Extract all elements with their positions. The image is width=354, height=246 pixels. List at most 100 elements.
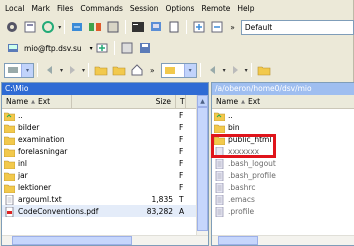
transfer-icon[interactable]: [70, 20, 84, 34]
horizontal-scrollbar[interactable]: [212, 235, 354, 245]
compare-icon[interactable]: [88, 20, 102, 34]
back-icon[interactable]: [206, 63, 220, 77]
menu-options[interactable]: Options: [166, 4, 195, 13]
save-session-icon[interactable]: [138, 41, 152, 55]
list-item[interactable]: lektioner F: [2, 181, 208, 193]
column-name[interactable]: Name ▲ Ext: [212, 95, 354, 109]
list-item[interactable]: CodeConventions.pdf 83,282 A: [2, 205, 208, 217]
chevron-down-icon[interactable]: ▾: [58, 24, 61, 31]
toolbar-divider: [64, 20, 66, 34]
toolbar-overflow[interactable]: »: [150, 66, 155, 75]
forward-icon[interactable]: [65, 63, 79, 77]
list-item[interactable]: argouml.txt 1,835 T: [2, 193, 208, 205]
list-item[interactable]: forelasningar F: [2, 145, 208, 157]
list-item[interactable]: .bashrc: [212, 181, 354, 193]
column-type[interactable]: T: [176, 94, 186, 109]
item-name: .profile: [228, 206, 255, 216]
list-item[interactable]: bilder F: [2, 121, 208, 133]
list-item[interactable]: .profile: [212, 205, 354, 217]
item-name: .bash_logout: [228, 158, 276, 168]
scroll-thumb[interactable]: [218, 236, 258, 245]
menu-remote[interactable]: Remote: [201, 4, 230, 13]
item-name: lektioner: [18, 182, 52, 192]
home-icon[interactable]: [130, 63, 144, 77]
chevron-down-icon[interactable]: ▾: [183, 63, 196, 77]
menu-mark[interactable]: Mark: [31, 4, 50, 13]
parent-directory-icon[interactable]: [94, 63, 108, 77]
forward-icon[interactable]: [228, 63, 242, 77]
item-name: argouml.txt: [18, 194, 62, 204]
vertical-scrollbar[interactable]: ▲: [196, 95, 208, 235]
menu-local[interactable]: Local: [5, 4, 24, 13]
putty-icon[interactable]: [149, 20, 163, 34]
item-type: F: [179, 158, 184, 168]
back-icon[interactable]: [43, 63, 57, 77]
folder-icon: [4, 135, 15, 145]
list-item[interactable]: ..: [212, 109, 354, 121]
list-item[interactable]: .bash_profile: [212, 169, 354, 181]
menu-bar: Local Mark Files Commands Session Option…: [0, 0, 354, 16]
queue-icon[interactable]: [23, 20, 37, 34]
list-item[interactable]: examination F: [2, 133, 208, 145]
chevron-down-icon[interactable]: ▾: [245, 67, 248, 74]
toolbar-overflow[interactable]: »: [230, 23, 235, 32]
local-panel[interactable]: C:\Mio Name ▲ Ext Size T .. F bilder F e…: [1, 82, 209, 246]
console-icon[interactable]: [131, 20, 145, 34]
scroll-up-icon[interactable]: ▲: [197, 95, 208, 107]
session-toolbar: mio@ftp.dsv.su ▾: [0, 38, 354, 58]
column-size[interactable]: Size: [72, 94, 176, 109]
chevron-down-icon[interactable]: ▾: [82, 67, 85, 74]
folder-icon: [214, 123, 225, 133]
find-icon[interactable]: [106, 20, 120, 34]
local-drive-select[interactable]: ▾: [4, 62, 34, 78]
chevron-down-icon[interactable]: ▾: [60, 67, 63, 74]
toolbar-divider: [113, 41, 115, 55]
item-type: F: [179, 170, 184, 180]
item-name: .bash_profile: [228, 170, 276, 180]
transfer-settings-select[interactable]: Default: [240, 19, 354, 35]
parent-folder-icon: [214, 111, 225, 121]
item-name: examination: [18, 134, 65, 144]
chevron-down-icon[interactable]: ▾: [90, 45, 93, 52]
remote-directory-select[interactable]: ▾: [160, 62, 197, 78]
chevron-down-icon[interactable]: ▾: [21, 63, 33, 77]
menu-files[interactable]: Files: [57, 4, 73, 13]
settings-icon[interactable]: [5, 20, 19, 34]
parent-directory-icon[interactable]: [257, 63, 271, 77]
list-item[interactable]: .. F: [2, 109, 208, 121]
chevron-down-icon[interactable]: ▾: [223, 67, 226, 74]
column-type-label: T: [180, 97, 185, 106]
list-item[interactable]: .emacs: [212, 193, 354, 205]
remote-panel[interactable]: /a/oberon/home0/dsv/mio Name ▲ Ext .. bi…: [211, 82, 354, 246]
item-name: CodeConventions.pdf: [18, 206, 99, 216]
folder-icon: [164, 66, 175, 74]
local-column-header: Name ▲ Ext Size T: [2, 94, 208, 109]
session-name[interactable]: mio@ftp.dsv.su: [24, 44, 82, 53]
menu-session[interactable]: Session: [130, 4, 159, 13]
column-name[interactable]: Name ▲ Ext: [2, 94, 72, 109]
list-item[interactable]: inl F: [2, 157, 208, 169]
toolbar-divider: [250, 63, 252, 77]
scroll-thumb[interactable]: [197, 107, 208, 231]
list-item[interactable]: jar F: [2, 169, 208, 181]
list-item[interactable]: .bash_logout: [212, 157, 354, 169]
local-file-list: .. F bilder F examination F forelasninga…: [2, 109, 208, 217]
minus-icon[interactable]: [210, 20, 224, 34]
disconnect-icon[interactable]: [120, 41, 134, 55]
item-name: .bashrc: [228, 182, 256, 192]
scroll-thumb[interactable]: [12, 236, 132, 245]
list-item[interactable]: bin: [212, 121, 354, 133]
item-name: forelasningar: [18, 146, 68, 156]
folder-icon: [4, 147, 15, 157]
horizontal-scrollbar[interactable]: [2, 235, 208, 245]
new-session-icon[interactable]: [95, 41, 109, 55]
sync-icon[interactable]: [41, 20, 55, 34]
add-icon[interactable]: [192, 20, 206, 34]
root-directory-icon[interactable]: [112, 63, 126, 77]
menu-commands[interactable]: Commands: [80, 4, 122, 13]
pdf-file-icon: [4, 206, 15, 217]
clipboard-icon[interactable]: [167, 20, 181, 34]
item-type: T: [179, 194, 184, 204]
toolbar-divider: [37, 63, 38, 77]
menu-help[interactable]: Help: [237, 4, 254, 13]
